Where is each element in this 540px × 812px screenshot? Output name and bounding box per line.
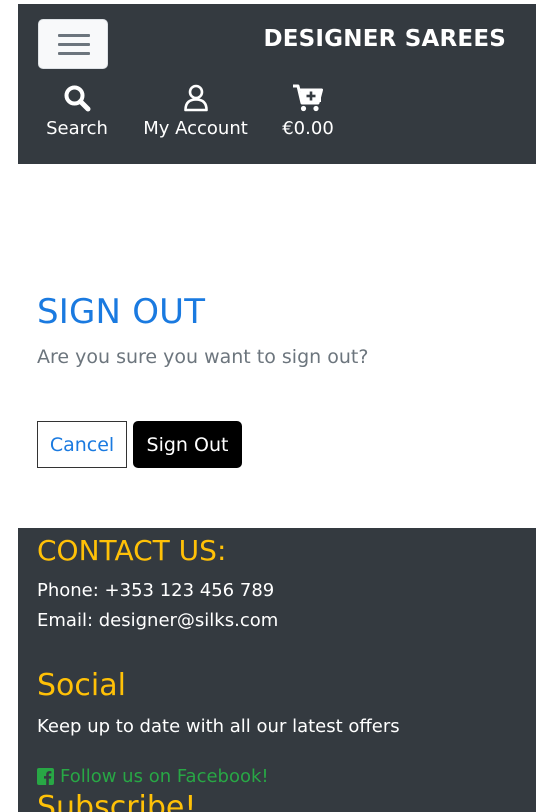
facebook-link[interactable]: Follow us on Facebook!	[37, 766, 269, 787]
main-content: SIGN OUT Are you sure you want to sign o…	[18, 164, 536, 528]
menu-toggle-button[interactable]	[38, 19, 108, 69]
nav-cart-total: €0.00	[282, 118, 334, 139]
site-header: DESIGNER SAREES Search My Account €0.00	[18, 4, 536, 164]
contact-heading: CONTACT US:	[37, 534, 227, 567]
facebook-link-label: Follow us on Facebook!	[60, 766, 269, 787]
sign-out-button[interactable]: Sign Out	[133, 421, 242, 468]
offers-text: Keep up to date with all our latest offe…	[37, 716, 400, 737]
nav-account-link[interactable]: My Account	[138, 84, 253, 148]
subscribe-heading: Subscribe!	[37, 790, 197, 812]
page-title: SIGN OUT	[37, 292, 206, 332]
page-frame: DESIGNER SAREES Search My Account €0.00 …	[18, 4, 536, 812]
cart-plus-icon	[293, 84, 323, 112]
facebook-icon	[37, 768, 54, 785]
cancel-button[interactable]: Cancel	[37, 421, 127, 468]
site-footer: CONTACT US: Phone: +353 123 456 789 Emai…	[18, 528, 536, 812]
social-heading: Social	[37, 668, 126, 703]
nav-search-label: Search	[46, 118, 108, 139]
user-icon	[183, 84, 208, 112]
contact-email: Email: designer@silks.com	[37, 610, 279, 631]
contact-phone: Phone: +353 123 456 789	[37, 580, 275, 601]
signout-question: Are you sure you want to sign out?	[37, 346, 369, 368]
nav-account-label: My Account	[143, 118, 248, 139]
site-brand[interactable]: DESIGNER SAREES	[263, 26, 506, 52]
nav-search-link[interactable]: Search	[38, 84, 116, 148]
search-icon	[64, 85, 91, 112]
nav-cart-link[interactable]: €0.00	[273, 84, 343, 148]
